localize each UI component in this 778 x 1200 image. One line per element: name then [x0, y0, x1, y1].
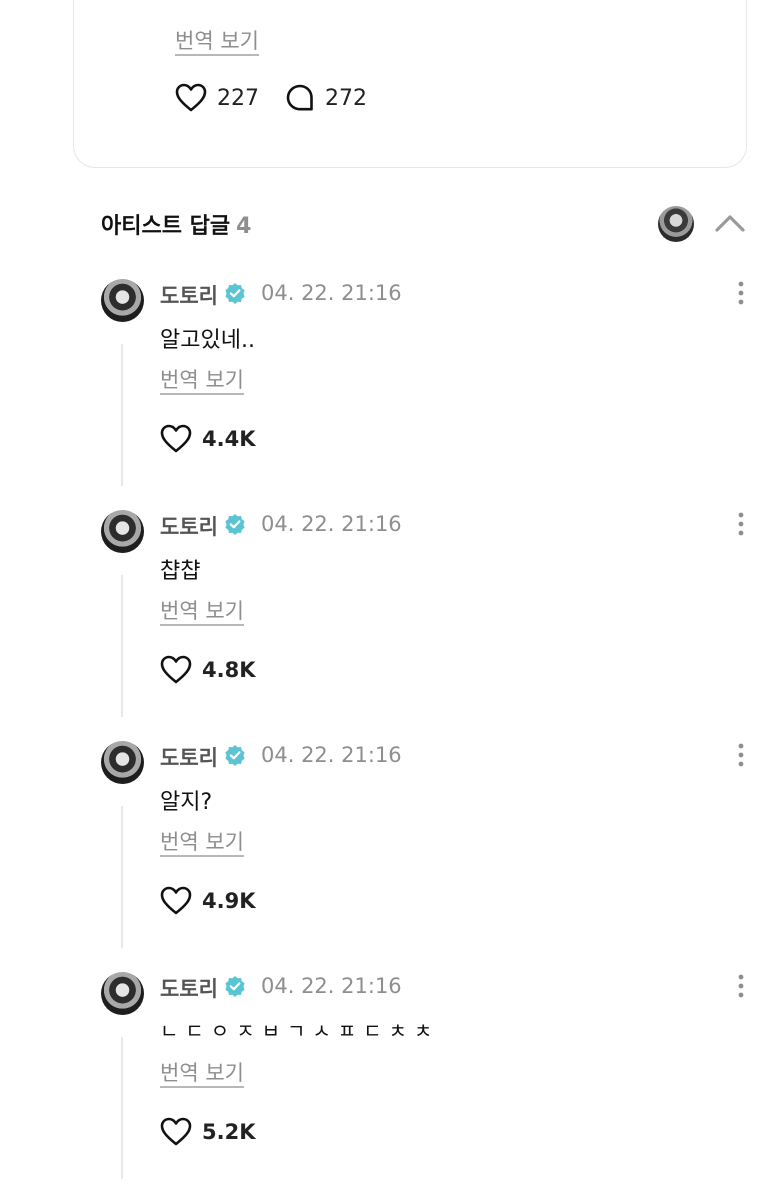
reply-avatar[interactable]: [101, 972, 144, 1015]
reply-translate-link[interactable]: 번역 보기: [160, 1057, 244, 1087]
reply-item: 도토리 04. 22. 21:16 챱챱 번역 보기 4.8K: [0, 231, 778, 717]
reply-like-count: 5.2K: [202, 1120, 256, 1144]
verified-badge-icon: [225, 976, 245, 997]
more-vertical-icon[interactable]: [730, 973, 752, 999]
reply-timestamp: 04. 22. 21:16: [261, 974, 402, 998]
reply-item: 도토리 04. 22. 21:16 알고있네.. 번역 보기 4.4K: [0, 0, 778, 486]
reply-item: 도토리 04. 22. 21:16 ㄴㄷㅇㅈㅂㄱㅅㅍㄷㅊㅊ 번역 보기 5.2K: [0, 693, 778, 1179]
heart-icon: [160, 1117, 192, 1146]
reply-like-button[interactable]: 5.2K: [160, 1117, 255, 1147]
thread-line: [121, 1037, 123, 1179]
reply-author-name[interactable]: 도토리: [160, 973, 218, 1003]
reply-item: 도토리 04. 22. 21:16 알지? 번역 보기 4.9K: [0, 462, 778, 948]
reply-text: ㄴㄷㅇㅈㅂㄱㅅㅍㄷㅊㅊ: [160, 1019, 440, 1043]
